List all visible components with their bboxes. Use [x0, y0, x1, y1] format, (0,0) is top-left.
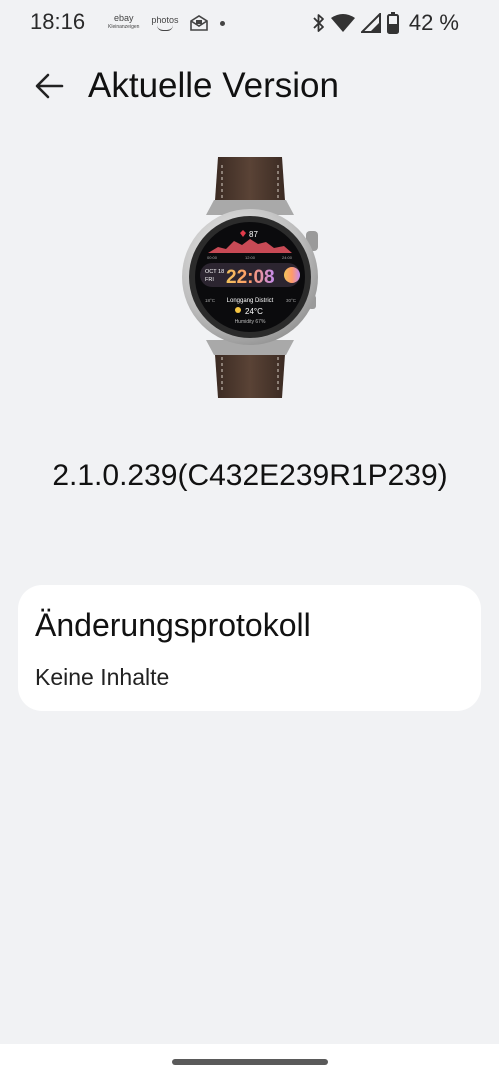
changelog-card: Änderungsprotokoll Keine Inhalte	[18, 585, 481, 711]
svg-text:30°C: 30°C	[286, 298, 297, 303]
svg-text:FRI: FRI	[205, 277, 214, 283]
wifi-icon	[330, 14, 355, 32]
home-gesture-handle[interactable]	[172, 1059, 328, 1065]
notification-icons: ebay Kleinanzeigen photos	[108, 13, 226, 32]
status-time: 18:16	[30, 9, 86, 34]
watch-image: 87 00:00 12:00 24:00 OCT 18 FRI 22:08 Lo…	[182, 157, 318, 398]
svg-text:12:00: 12:00	[245, 255, 256, 260]
battery-percent: 42 %	[408, 10, 459, 35]
svg-text:24°C: 24°C	[245, 307, 263, 316]
bluetooth-icon	[313, 14, 324, 32]
svg-text:OCT 18: OCT 18	[205, 269, 224, 275]
amazon-photos-icon: photos	[151, 15, 178, 31]
cellular-signal-icon	[360, 13, 381, 33]
watch-clock: 22:08	[226, 267, 275, 288]
svg-text:00:00: 00:00	[207, 255, 218, 260]
svg-text:Humidity 67%: Humidity 67%	[235, 319, 266, 325]
changelog-body: Keine Inhalte	[35, 664, 170, 690]
system-icons: 42 %	[313, 10, 459, 36]
status-bar: 18:16 ebay Kleinanzeigen photos 42 %	[0, 0, 499, 44]
back-arrow-icon[interactable]	[32, 68, 68, 104]
svg-text:24:00: 24:00	[282, 255, 293, 260]
ebay-kleinanzeigen-icon: ebay Kleinanzeigen	[108, 13, 140, 31]
page-title: Aktuelle Version	[88, 66, 339, 105]
heart-rate-value: 87	[249, 230, 258, 239]
svg-text:Longgang District: Longgang District	[227, 298, 274, 304]
mail-icon	[190, 15, 209, 31]
changelog-title: Änderungsprotokoll	[35, 607, 311, 643]
version-number: 2.1.0.239(C432E239R1P239)	[52, 459, 448, 492]
svg-text:18°C: 18°C	[205, 298, 216, 303]
navigation-bar	[0, 1044, 499, 1080]
battery-icon	[386, 12, 399, 34]
more-notifications-icon	[220, 20, 226, 26]
